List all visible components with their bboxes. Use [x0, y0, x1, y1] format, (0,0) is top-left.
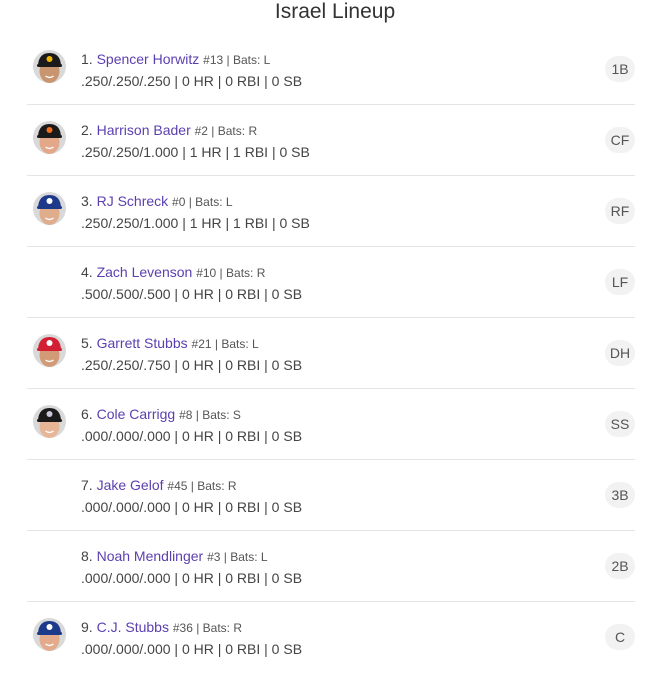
- player-headshot: [33, 121, 66, 154]
- player-headshot: [33, 50, 66, 83]
- player-info: 9. C.J. Stubbs #36 | Bats: R .000/.000/.0…: [81, 618, 302, 658]
- player-name-link[interactable]: C.J. Stubbs: [97, 619, 169, 635]
- lineup-row: 4. Zach Levenson #10 | Bats: R .500/.500/…: [27, 247, 635, 318]
- position-badge: C: [605, 624, 635, 650]
- player-name-link[interactable]: Jake Gelof: [97, 477, 164, 493]
- player-stats: .000/.000/.000 | 0 HR | 0 RBI | 0 SB: [81, 428, 303, 444]
- position-badge: CF: [605, 127, 635, 153]
- player-header: 7. Jake Gelof #45 | Bats: R: [81, 476, 302, 495]
- player-stats: .250/.250/.250 | 0 HR | 0 RBI | 0 SB: [81, 73, 303, 89]
- player-info: 6. Cole Carrigg #8 | Bats: S .000/.000/.0…: [81, 405, 302, 445]
- player-meta: #10 | Bats: R: [196, 266, 266, 280]
- player-meta: #8 | Bats: S: [179, 408, 241, 422]
- player-meta: #3 | Bats: L: [207, 550, 268, 564]
- player-headshot: [33, 405, 66, 438]
- player-info: 7. Jake Gelof #45 | Bats: R .000/.000/.00…: [81, 476, 302, 516]
- position-badge: SS: [605, 411, 635, 437]
- player-info: 5. Garrett Stubbs #21 | Bats: L .250/.250…: [81, 334, 302, 374]
- lineup-list: 1. Spencer Horwitz #13 | Bats: L .250/.25…: [27, 34, 635, 673]
- player-meta: #0 | Bats: L: [172, 195, 233, 209]
- player-stats: .000/.000/.000 | 0 HR | 0 RBI | 0 SB: [81, 499, 303, 515]
- player-stats: .250/.250/.750 | 0 HR | 0 RBI | 0 SB: [81, 357, 303, 373]
- position-badge: DH: [605, 340, 635, 366]
- batting-order: 8.: [81, 548, 93, 564]
- batting-order: 5.: [81, 335, 93, 351]
- player-meta: #21 | Bats: L: [191, 337, 259, 351]
- player-header: 9. C.J. Stubbs #36 | Bats: R: [81, 618, 302, 637]
- player-header: 2. Harrison Bader #2 | Bats: R: [81, 121, 310, 140]
- player-name-link[interactable]: RJ Schreck: [97, 193, 169, 209]
- player-stats: .250/.250/1.000 | 1 HR | 1 RBI | 0 SB: [81, 144, 310, 160]
- batting-order: 6.: [81, 406, 93, 422]
- player-meta: #13 | Bats: L: [203, 53, 271, 67]
- lineup-row: 8. Noah Mendlinger #3 | Bats: L .000/.000…: [27, 531, 635, 602]
- player-header: 6. Cole Carrigg #8 | Bats: S: [81, 405, 302, 424]
- lineup-row: 3. RJ Schreck #0 | Bats: L .250/.250/1.00…: [27, 176, 635, 247]
- player-meta: #45 | Bats: R: [167, 479, 237, 493]
- batting-order: 9.: [81, 619, 93, 635]
- player-stats: .250/.250/1.000 | 1 HR | 1 RBI | 0 SB: [81, 215, 310, 231]
- player-stats: .500/.500/.500 | 0 HR | 0 RBI | 0 SB: [81, 286, 303, 302]
- player-meta: #36 | Bats: R: [172, 621, 242, 635]
- lineup-row: 2. Harrison Bader #2 | Bats: R .250/.250/…: [27, 105, 635, 176]
- lineup-row: 6. Cole Carrigg #8 | Bats: S .000/.000/.0…: [27, 389, 635, 460]
- position-badge: 2B: [605, 553, 635, 579]
- player-stats: .000/.000/.000 | 0 HR | 0 RBI | 0 SB: [81, 570, 303, 586]
- player-header: 1. Spencer Horwitz #13 | Bats: L: [81, 50, 302, 69]
- player-info: 8. Noah Mendlinger #3 | Bats: L .000/.000…: [81, 547, 302, 587]
- batting-order: 4.: [81, 264, 93, 280]
- player-meta: #2 | Bats: R: [194, 124, 258, 138]
- batting-order: 7.: [81, 477, 93, 493]
- lineup-row: 9. C.J. Stubbs #36 | Bats: R .000/.000/.0…: [27, 602, 635, 673]
- player-name-link[interactable]: Zach Levenson: [97, 264, 193, 280]
- player-headshot: [33, 192, 66, 225]
- player-header: 8. Noah Mendlinger #3 | Bats: L: [81, 547, 302, 566]
- player-headshot: [33, 334, 66, 367]
- player-info: 2. Harrison Bader #2 | Bats: R .250/.250/…: [81, 121, 310, 161]
- lineup-row: 1. Spencer Horwitz #13 | Bats: L .250/.25…: [27, 34, 635, 105]
- batting-order: 2.: [81, 122, 93, 138]
- player-name-link[interactable]: Noah Mendlinger: [97, 548, 204, 564]
- lineup-row: 7. Jake Gelof #45 | Bats: R .000/.000/.00…: [27, 460, 635, 531]
- player-name-link[interactable]: Garrett Stubbs: [97, 335, 188, 351]
- player-info: 1. Spencer Horwitz #13 | Bats: L .250/.25…: [81, 50, 302, 90]
- position-badge: 1B: [605, 56, 635, 82]
- player-header: 5. Garrett Stubbs #21 | Bats: L: [81, 334, 302, 353]
- player-name-link[interactable]: Spencer Horwitz: [97, 51, 200, 67]
- batting-order: 1.: [81, 51, 93, 67]
- player-header: 4. Zach Levenson #10 | Bats: R: [81, 263, 302, 282]
- player-stats: .000/.000/.000 | 0 HR | 0 RBI | 0 SB: [81, 641, 303, 657]
- page-title: Israel Lineup: [274, 0, 396, 23]
- position-badge: 3B: [605, 482, 635, 508]
- player-name-link[interactable]: Harrison Bader: [97, 122, 191, 138]
- position-badge: RF: [605, 198, 635, 224]
- batting-order: 3.: [81, 193, 93, 209]
- lineup-row: 5. Garrett Stubbs #21 | Bats: L .250/.250…: [27, 318, 635, 389]
- player-header: 3. RJ Schreck #0 | Bats: L: [81, 192, 310, 211]
- player-headshot: [33, 618, 66, 651]
- player-info: 3. RJ Schreck #0 | Bats: L .250/.250/1.00…: [81, 192, 310, 232]
- position-badge: LF: [605, 269, 635, 295]
- player-name-link[interactable]: Cole Carrigg: [97, 406, 176, 422]
- player-info: 4. Zach Levenson #10 | Bats: R .500/.500/…: [81, 263, 302, 303]
